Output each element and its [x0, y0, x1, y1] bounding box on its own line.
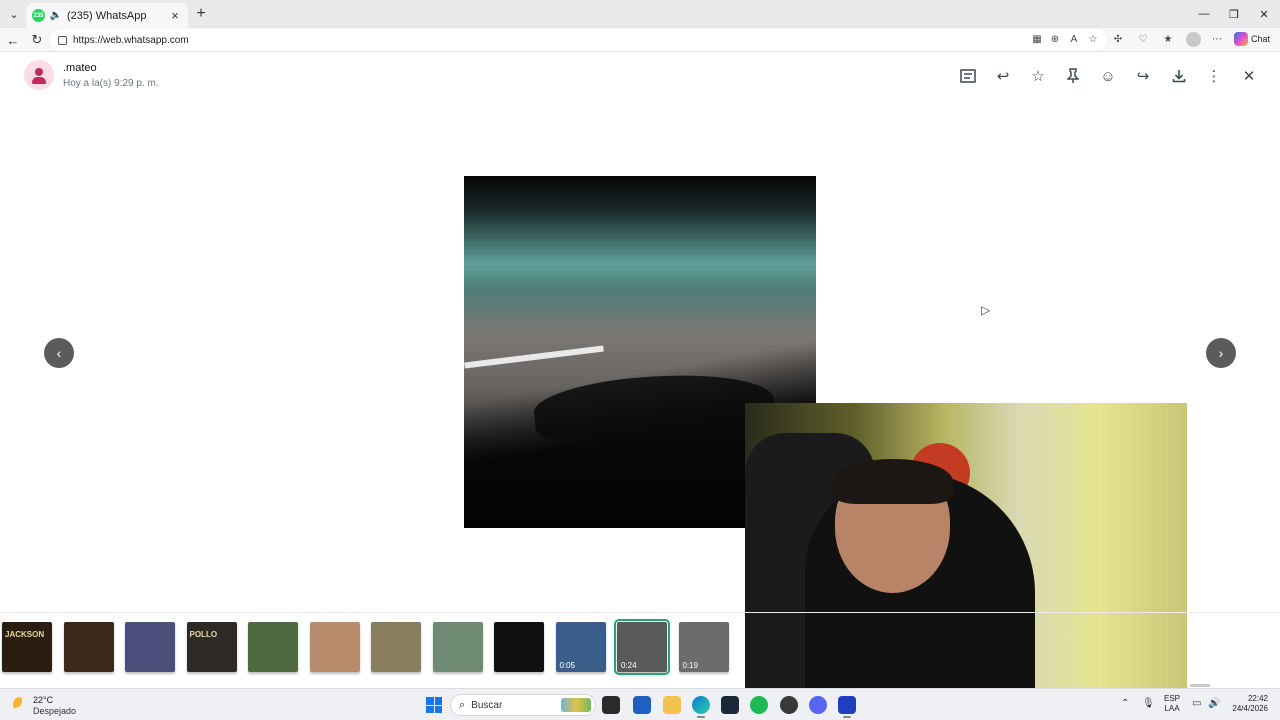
reply-icon[interactable]: ↩ [992, 65, 1014, 87]
volume-icon[interactable]: 🔊 [1208, 698, 1220, 709]
read-aloud-icon[interactable]: A [1067, 32, 1081, 46]
app-available-icon[interactable]: ▦ [1030, 32, 1044, 46]
browser-tab-whatsapp[interactable]: 235 🔈 (235) WhatsApp × [26, 3, 188, 28]
thumbnail-label: POLLO [189, 630, 218, 639]
minimize-icon[interactable]: — [1188, 0, 1220, 28]
steam-icon[interactable] [721, 696, 739, 714]
star-icon[interactable]: ☆ [1027, 65, 1049, 87]
video-duration: 0:05 [559, 661, 576, 670]
whatsapp-favicon-icon: 235 [32, 9, 45, 22]
thumbnail-scrollbar[interactable] [1190, 684, 1210, 687]
profile-avatar[interactable] [1186, 32, 1201, 47]
contact-name[interactable]: .mateo [63, 62, 97, 74]
close-viewer-icon[interactable]: ✕ [1238, 65, 1260, 87]
ea-app-icon[interactable] [838, 696, 856, 718]
media-thumbnail[interactable]: 0:19 [678, 622, 729, 672]
video-duration: 0:19 [682, 661, 699, 670]
thumbnail-label: JACKSON [5, 630, 45, 639]
user-icon-body [32, 77, 46, 84]
obs-icon[interactable] [780, 696, 798, 714]
browser-essentials-icon[interactable]: ♡ [1136, 32, 1150, 46]
chat-label: Chat [1251, 34, 1271, 44]
tab-actions-chevron-icon[interactable]: ⌄ [4, 4, 24, 24]
media-thumbnail[interactable] [432, 622, 483, 672]
media-thumbnail[interactable] [494, 622, 544, 672]
tab-title: (235) WhatsApp [67, 9, 147, 22]
window-close-icon[interactable]: ✕ [1248, 0, 1280, 28]
taskbar-search[interactable]: ⌕ Buscar [450, 694, 596, 716]
discord-icon[interactable] [809, 696, 827, 714]
store-icon[interactable] [633, 696, 651, 714]
media-thumbnail[interactable]: POLLO [186, 622, 237, 672]
favorite-star-icon[interactable]: ☆ [1086, 32, 1100, 46]
microphone-icon[interactable]: 🎙 [1142, 698, 1155, 709]
download-icon[interactable] [1168, 65, 1190, 87]
media-viewer: .mateo Hoy a la(s) 9:29 p. m. ↩ ☆ ☺ ↪ ⋮ … [2, 53, 1278, 693]
media-thumbnail-strip: JACKSON POLLO 0:05 0:24 0:19 [0, 612, 1280, 687]
contact-avatar[interactable] [24, 60, 54, 90]
network-icon[interactable]: ▭ [1192, 698, 1201, 709]
spotify-icon[interactable] [750, 696, 768, 714]
refresh-icon[interactable]: ↻ [27, 30, 47, 50]
site-info-icon[interactable] [58, 35, 67, 45]
input-language[interactable]: ESP LAA [1164, 694, 1180, 714]
search-label: Buscar [471, 699, 503, 711]
restore-icon[interactable]: ❐ [1218, 0, 1250, 28]
go-to-message-icon[interactable] [957, 65, 979, 87]
message-timestamp: Hoy a la(s) 9:29 p. m. [63, 78, 159, 89]
search-highlight-image [561, 698, 591, 712]
media-thumbnail[interactable]: JACKSON [2, 622, 52, 672]
copilot-icon [1234, 32, 1248, 46]
settings-more-icon[interactable]: ⋯ [1210, 32, 1224, 46]
mouse-cursor-icon: ▷ [981, 303, 991, 317]
next-media-chevron-icon[interactable]: › [1206, 338, 1236, 368]
copilot-chat-button[interactable]: Chat [1234, 32, 1270, 46]
clock-time: 22:42 [1247, 694, 1268, 703]
zoom-icon[interactable]: ⊕ [1048, 32, 1062, 46]
extensions-icon[interactable]: ✣ [1111, 32, 1125, 46]
forward-icon[interactable]: ↪ [1132, 65, 1154, 87]
keyboard-layout: LAA [1164, 704, 1180, 713]
url-text: https://web.whatsapp.com [73, 34, 189, 46]
edge-browser-icon[interactable] [692, 696, 710, 718]
media-thumbnail[interactable]: 0:05 [555, 622, 606, 672]
task-view-icon[interactable] [602, 696, 620, 714]
language-code: ESP [1164, 694, 1181, 703]
media-thumbnail[interactable]: 0:24 [614, 619, 670, 675]
media-thumbnail[interactable] [371, 622, 421, 672]
search-icon: ⌕ [459, 698, 466, 711]
moon-weather-icon[interactable] [13, 697, 27, 711]
browser-tab-strip: ⌄ 235 🔈 (235) WhatsApp × + — ❐ ✕ [0, 0, 1280, 28]
speaker-icon[interactable]: 🔈 [50, 10, 62, 22]
previous-media-chevron-icon[interactable]: ‹ [44, 338, 74, 368]
clock-date: 24/4/2026 [1232, 704, 1268, 713]
file-explorer-icon[interactable] [663, 696, 681, 714]
emoji-icon[interactable]: ☺ [1097, 65, 1119, 87]
url-field[interactable]: https://web.whatsapp.com [50, 29, 1107, 51]
weather-description[interactable]: Despejado [33, 706, 76, 716]
media-thumbnail[interactable] [309, 622, 360, 672]
user-icon-head [35, 68, 43, 76]
pin-icon[interactable] [1062, 65, 1084, 87]
tab-close-icon[interactable]: × [168, 8, 182, 23]
weather-temperature[interactable]: 22°C [33, 695, 53, 705]
favorites-icon[interactable]: ★ [1161, 32, 1175, 46]
more-options-icon[interactable]: ⋮ [1203, 65, 1225, 87]
media-thumbnail[interactable] [248, 622, 298, 672]
new-tab-plus-icon[interactable]: + [192, 5, 210, 23]
back-arrow-icon[interactable]: ← [3, 30, 23, 50]
windows-start-icon[interactable] [426, 697, 442, 713]
windows-taskbar: 22°C Despejado ⌕ Buscar ⌃ 🎙 ESP LAA ▭ 🔊 … [0, 688, 1280, 720]
media-thumbnail[interactable] [63, 622, 114, 672]
show-hidden-icons-chevron-icon[interactable]: ⌃ [1121, 698, 1129, 709]
system-clock[interactable]: 22:42 24/4/2026 [1226, 694, 1268, 714]
video-duration: 0:24 [621, 661, 637, 670]
address-bar: ← ↻ https://web.whatsapp.com ▦ ⊕ A ☆ ✣ ♡… [0, 28, 1280, 52]
media-thumbnail[interactable] [125, 622, 175, 672]
